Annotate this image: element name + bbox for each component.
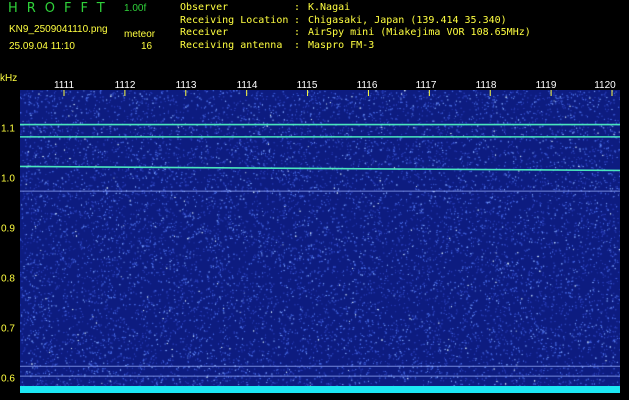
spectrogram (20, 90, 620, 393)
signal-line (20, 165, 620, 172)
info-value: K.Nagai (308, 2, 351, 13)
y-tick-label: 0.6 (1, 373, 15, 385)
y-axis-unit: kHz (0, 73, 18, 84)
info-key: Receiving antenna (180, 39, 283, 51)
y-tick-label: 0.7 (1, 323, 15, 335)
y-tick-label: 0.8 (1, 273, 15, 285)
info-value: AirSpy mini (Miakejima VOR 108.65MHz) (308, 27, 531, 38)
info-row-observer: Observer : K.Nagai (180, 2, 531, 15)
app-title: HROFFT (8, 1, 114, 16)
info-separator: : (294, 2, 301, 13)
app-version: 1.00f (124, 3, 147, 14)
info-value: Chigasaki, Japan (139.414 35.340) (308, 14, 507, 26)
info-row-antenna: Receiving antenna : Maspro FM-3 (180, 40, 531, 53)
baseline-band (20, 386, 620, 393)
info-separator: : (294, 14, 301, 26)
y-tick-label: 1.1 (1, 123, 15, 135)
info-key: Receiver (180, 27, 229, 38)
header-panel: HROFFT 1.00f KN9_2509041110.png 25.09.04… (0, 0, 629, 76)
timestamp: 25.09.04 11:10 (9, 41, 75, 52)
info-value: Maspro FM-3 (308, 39, 375, 51)
info-separator: : (294, 39, 301, 51)
info-row-receiver: Receiver : AirSpy mini (Miakejima VOR 10… (180, 27, 531, 40)
file-name: KN9_2509041110.png (9, 24, 108, 35)
y-tick-label: 0.9 (1, 223, 15, 235)
meteor-count: 16 (141, 41, 153, 52)
meteor-label: meteor (124, 29, 156, 40)
info-row-location: Receiving Location : Chigasaki, Japan (1… (180, 15, 531, 28)
station-info: Observer : K.Nagai Receiving Location : … (180, 2, 531, 52)
info-separator: : (294, 27, 301, 38)
info-key: Observer (180, 2, 229, 13)
spectrogram-overlay (20, 90, 620, 377)
info-key: Receiving Location (180, 14, 289, 26)
y-tick-label: 1.0 (1, 173, 15, 185)
